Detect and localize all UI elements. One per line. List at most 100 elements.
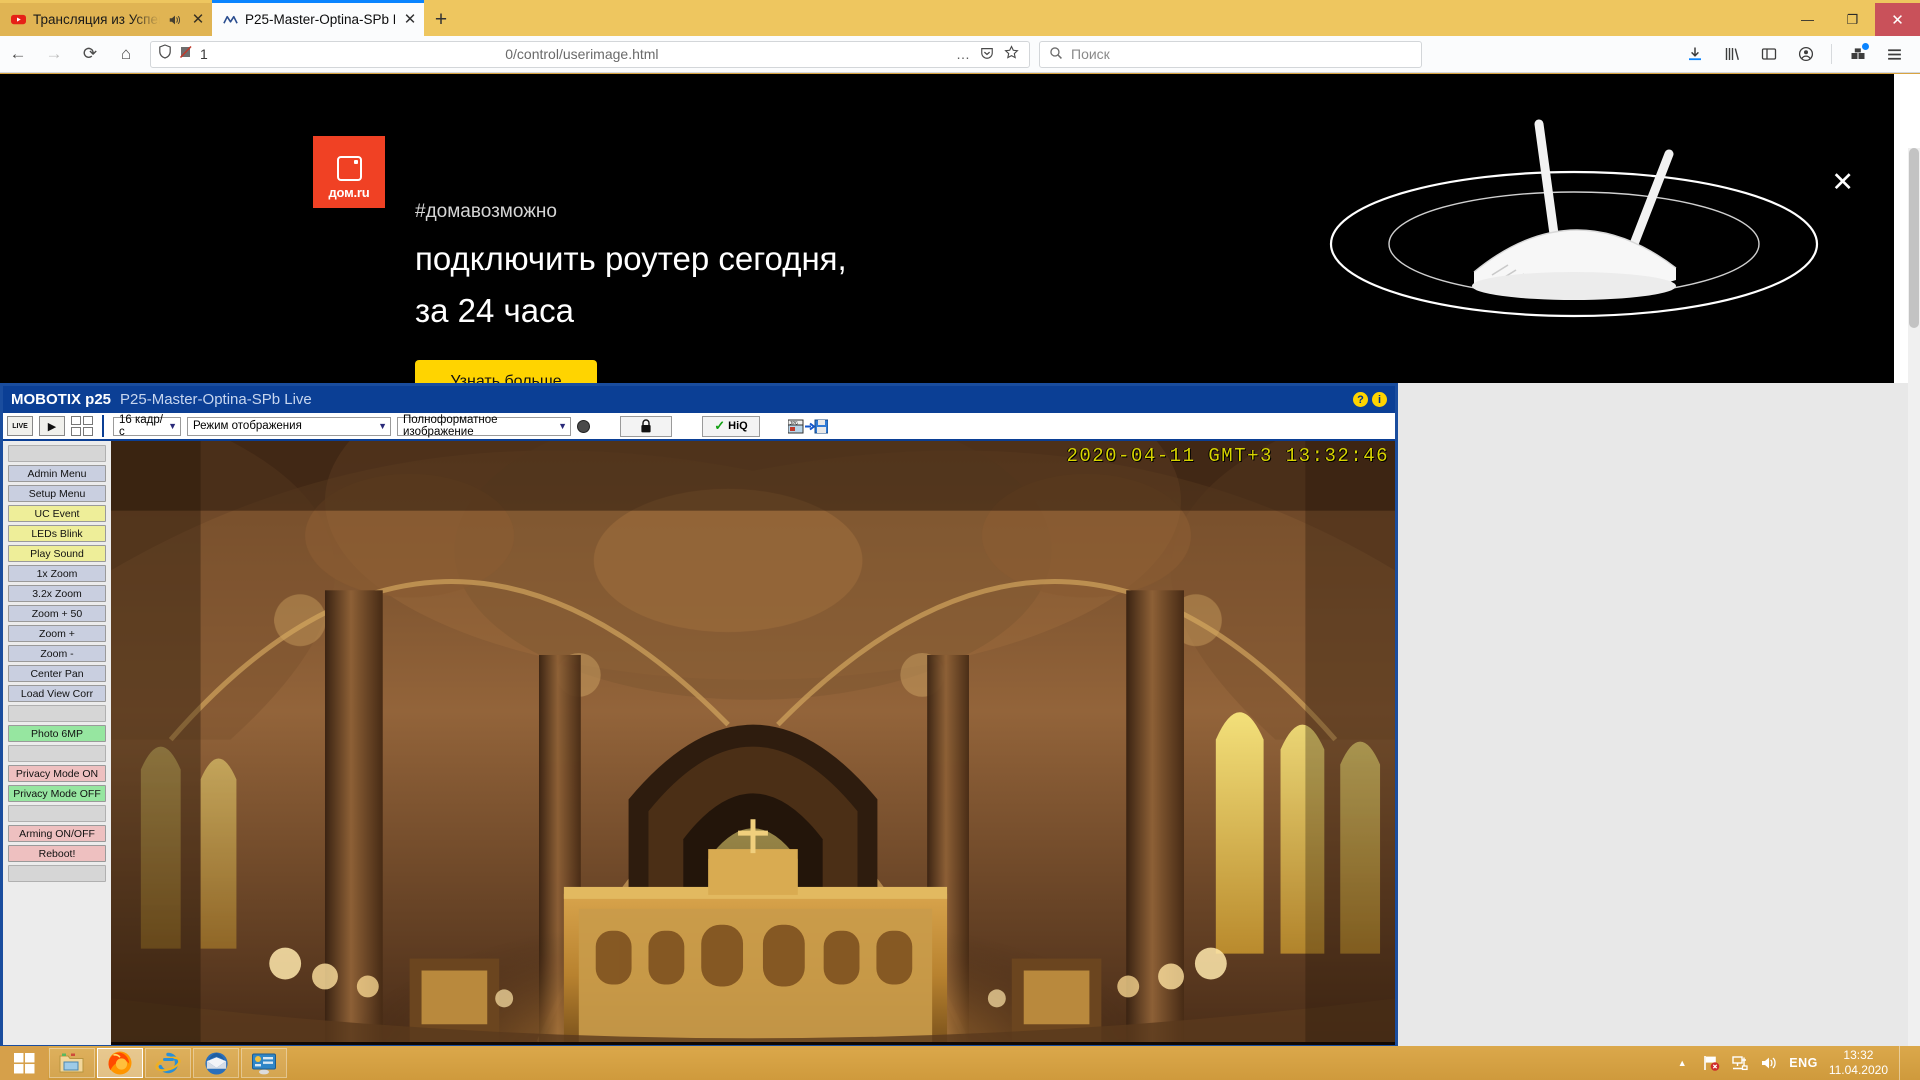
camera-button-leds-blink[interactable]: LEDs Blink: [8, 525, 106, 542]
action-center-flag-icon[interactable]: [1702, 1054, 1720, 1072]
windows-start-icon[interactable]: [0, 1046, 48, 1080]
mobotix-camera-window: MOBOTIX p25 P25-Master-Optina-SPb Live ?…: [0, 383, 1398, 1046]
camera-button-zoom[interactable]: Zoom +: [8, 625, 106, 642]
video-timestamp: 2020-04-11 GMT+3 13:32:46: [1066, 445, 1389, 467]
taskbar-time: 13:32: [1829, 1048, 1888, 1063]
camera-button-play-sound[interactable]: Play Sound: [8, 545, 106, 562]
live-mode-button[interactable]: LIVE: [7, 416, 33, 436]
input-language-indicator[interactable]: ENG: [1789, 1056, 1818, 1070]
svg-text:JPG: JPG: [790, 420, 799, 426]
camera-button-spacer: [8, 805, 106, 822]
page-content: ✕ дом.ru #домавозможно подключить роутер…: [0, 74, 1920, 1046]
camera-button-3-2x-zoom[interactable]: 3.2x Zoom: [8, 585, 106, 602]
firefox-icon[interactable]: [97, 1048, 143, 1078]
home-button[interactable]: ⌂: [108, 39, 144, 69]
camera-button-arming-on-off[interactable]: Arming ON/OFF: [8, 825, 106, 842]
youtube-icon: [10, 12, 26, 28]
fps-select[interactable]: 16 кадр/с ▼: [113, 417, 181, 436]
search-input-placeholder[interactable]: Поиск: [1071, 46, 1110, 62]
window-close-button[interactable]: ✕: [1875, 3, 1920, 36]
ad-headline-line1: подключить роутер сегодня,: [415, 240, 847, 278]
windows-taskbar: ▲ ENG 13:32 11.04.2020: [0, 1046, 1920, 1080]
back-button[interactable]: ←: [0, 39, 36, 69]
camera-button-spacer: [8, 705, 106, 722]
library-icon[interactable]: [1715, 39, 1748, 69]
camera-button-load-view-corr[interactable]: Load View Corr: [8, 685, 106, 702]
address-bar[interactable]: 1 0/control/userimage.html …: [150, 41, 1030, 68]
toolbar-separator: [102, 415, 104, 437]
image-format-select[interactable]: Полноформатное изображение ▼: [397, 417, 571, 436]
browser-tab-1-close-icon[interactable]: ✕: [190, 12, 206, 28]
ad-close-icon[interactable]: ✕: [1831, 169, 1854, 196]
star-icon[interactable]: [1004, 45, 1019, 63]
camera-button-setup-menu[interactable]: Setup Menu: [8, 485, 106, 502]
help-icon[interactable]: ?: [1353, 392, 1368, 407]
account-icon[interactable]: [1789, 39, 1822, 69]
info-icon[interactable]: i: [1372, 392, 1387, 407]
browser-navigation-toolbar: ← → ⟳ ⌂ 1 0/control/userimage.html … Пои…: [0, 36, 1920, 73]
tracker-blocked-icon[interactable]: [179, 44, 193, 64]
camera-button-reboot[interactable]: Reboot!: [8, 845, 106, 862]
network-icon[interactable]: [1731, 1054, 1749, 1072]
file-explorer-icon[interactable]: [49, 1048, 95, 1078]
chevron-down-icon: ▼: [378, 421, 387, 431]
ad-cta-button[interactable]: Узнать больше: [415, 360, 597, 383]
control-panel-icon[interactable]: [241, 1048, 287, 1078]
sidebar-icon[interactable]: [1752, 39, 1785, 69]
mobotix-camera-name: P25-Master-Optina-SPb Live: [120, 391, 312, 408]
display-mode-select-value: Режим отображения: [193, 420, 302, 432]
page-scrollbar[interactable]: [1908, 148, 1920, 1046]
search-bar[interactable]: Поиск: [1039, 41, 1422, 68]
extensions-icon[interactable]: [1841, 39, 1874, 69]
speaker-icon[interactable]: [167, 12, 183, 28]
jpg-save-icon[interactable]: JPG: [786, 416, 830, 437]
browser-tab-2-title: P25-Master-Optina-SPb Live: [245, 12, 395, 27]
mobotix-body: Admin Menu Setup Menu UC Event LEDs Blink Pl…: [3, 441, 1395, 1045]
camera-button-zoom-50[interactable]: Zoom + 50: [8, 605, 106, 622]
camera-button-center-pan[interactable]: Center Pan: [8, 665, 106, 682]
page-actions-icon[interactable]: …: [956, 46, 970, 62]
camera-button-privacy-mode-off[interactable]: Privacy Mode OFF: [8, 785, 106, 802]
camera-button-privacy-mode-on[interactable]: Privacy Mode ON: [8, 765, 106, 782]
tray-overflow-icon[interactable]: ▲: [1673, 1054, 1691, 1072]
advertisement-banner[interactable]: ✕ дом.ru #домавозможно подключить роутер…: [0, 74, 1894, 383]
taskbar-clock[interactable]: 13:32 11.04.2020: [1829, 1048, 1888, 1078]
window-controls: — ❐ ✕: [1785, 3, 1920, 36]
thunderbird-icon[interactable]: [193, 1048, 239, 1078]
player-mode-button[interactable]: ▶: [39, 416, 65, 436]
menu-icon[interactable]: [1878, 39, 1911, 69]
camera-button-photo-6mp[interactable]: Photo 6MP: [8, 725, 106, 742]
url-text[interactable]: 0/control/userimage.html: [215, 46, 949, 62]
camera-button-uc-event[interactable]: UC Event: [8, 505, 106, 522]
padlock-icon[interactable]: [620, 416, 672, 437]
display-mode-select[interactable]: Режим отображения ▼: [187, 417, 391, 436]
camera-button-admin-menu[interactable]: Admin Menu: [8, 465, 106, 482]
hiq-quality-button[interactable]: ✓ HiQ: [702, 416, 760, 437]
browser-tab-2[interactable]: P25-Master-Optina-SPb Live ✕: [212, 0, 424, 36]
scrollbar-thumb[interactable]: [1909, 148, 1919, 328]
new-tab-button[interactable]: +: [424, 3, 458, 36]
downloads-icon[interactable]: [1678, 39, 1711, 69]
camera-button-zoom[interactable]: Zoom -: [8, 645, 106, 662]
window-minimize-button[interactable]: —: [1785, 3, 1830, 36]
camera-button-1x-zoom[interactable]: 1x Zoom: [8, 565, 106, 582]
multiview-grid-icon[interactable]: [71, 416, 93, 436]
mobotix-titlebar: MOBOTIX p25 P25-Master-Optina-SPb Live ?…: [3, 386, 1395, 413]
lens-icon[interactable]: [577, 420, 590, 433]
extensions-badge: [1862, 43, 1869, 50]
browser-tab-1[interactable]: Трансляция из Успенского ✕: [0, 3, 212, 36]
shield-icon[interactable]: [158, 44, 172, 64]
show-desktop-button[interactable]: [1899, 1046, 1907, 1080]
pocket-icon[interactable]: [980, 46, 994, 63]
volume-icon[interactable]: [1760, 1054, 1778, 1072]
forward-button[interactable]: →: [36, 39, 72, 69]
wifi-router-image: [1324, 104, 1824, 354]
reload-button[interactable]: ⟳: [72, 39, 108, 69]
image-format-select-value: Полноформатное изображение: [403, 414, 554, 438]
mobotix-toolbar: LIVE ▶ 16 кадр/с ▼ Режим отображения ▼ П…: [3, 413, 1395, 441]
page-background-right: [1398, 383, 1920, 1046]
camera-video-feed[interactable]: 2020-04-11 GMT+3 13:32:46: [111, 441, 1395, 1045]
internet-explorer-icon[interactable]: [145, 1048, 191, 1078]
window-restore-button[interactable]: ❐: [1830, 3, 1875, 36]
browser-tab-2-close-icon[interactable]: ✕: [402, 12, 418, 28]
